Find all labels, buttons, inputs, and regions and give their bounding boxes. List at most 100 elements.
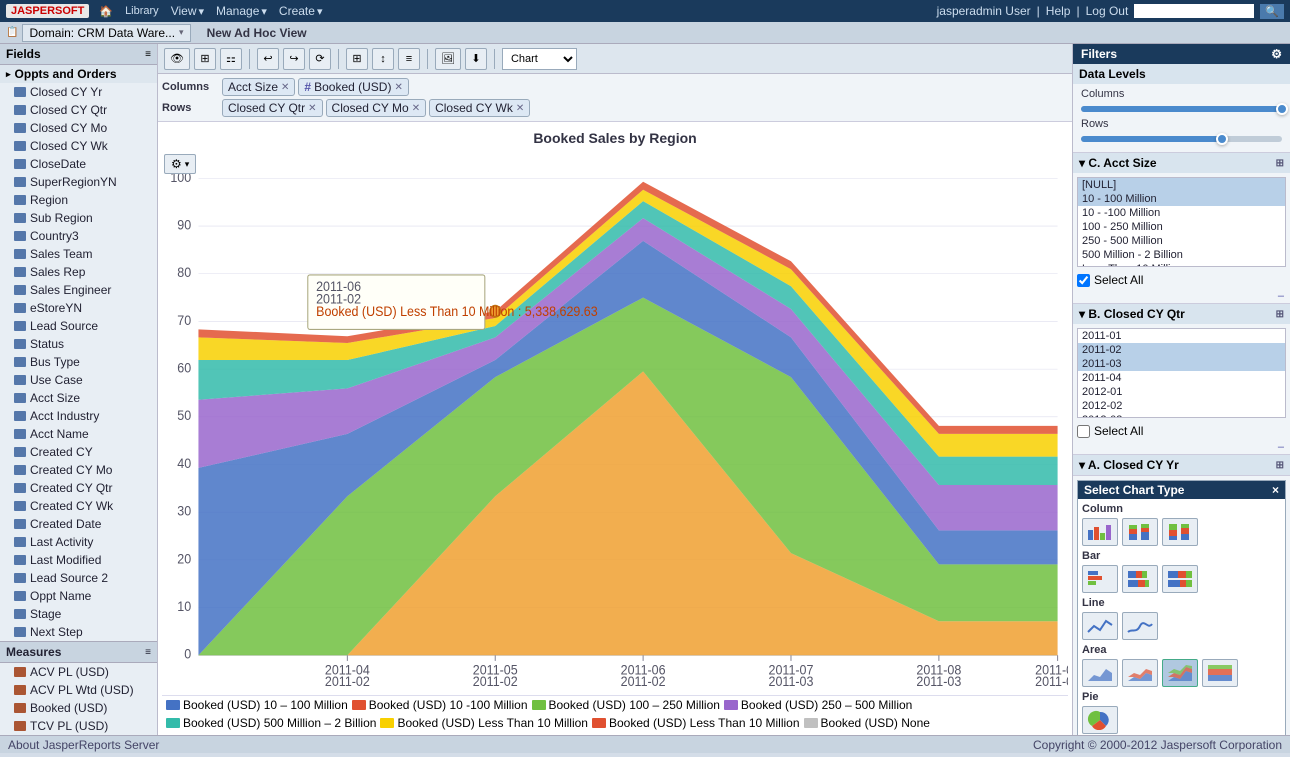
columns-slider-thumb[interactable] <box>1276 103 1288 115</box>
nav-view[interactable]: View ▾ <box>171 4 204 18</box>
field-item[interactable]: Use Case <box>0 371 157 389</box>
domain-label[interactable]: Domain: CRM Data Ware... ▾ <box>22 24 190 42</box>
area-percent-btn[interactable] <box>1202 659 1238 687</box>
field-item[interactable]: Lead Source <box>0 317 157 335</box>
show-view-btn[interactable]: 👁 <box>164 48 190 70</box>
field-item[interactable]: Acct Name <box>0 425 157 443</box>
search-input[interactable] <box>1134 4 1254 18</box>
download-btn[interactable]: ⬇ <box>465 48 487 70</box>
add-group-btn[interactable]: ⊞ <box>346 48 368 70</box>
data-levels-header[interactable]: Data Levels <box>1073 64 1290 84</box>
logo[interactable]: JASPERSOFT <box>6 4 89 18</box>
bar-stacked-btn[interactable] <box>1122 565 1158 593</box>
column-stacked-btn[interactable] <box>1122 518 1158 546</box>
field-item[interactable]: Created CY Wk <box>0 497 157 515</box>
about-link[interactable]: About JasperReports Server <box>8 738 159 752</box>
undo-btn[interactable]: ↩ <box>257 48 279 70</box>
column-grouped-btn[interactable] <box>1082 518 1118 546</box>
acct-size-item-10-100[interactable]: 10 - 100 Million <box>1078 192 1285 206</box>
filters-options-icon[interactable]: ⚙ <box>1271 47 1282 61</box>
closed-cy-qtr-item-2011-04[interactable]: 2011-04 <box>1078 371 1285 385</box>
rows-slider-track[interactable] <box>1081 136 1282 142</box>
acct-size-item-100-250[interactable]: 100 - 250 Million <box>1078 220 1285 234</box>
closed-cy-qtr-select-all-checkbox[interactable] <box>1077 425 1090 438</box>
closed-cy-qtr-item-2012-02[interactable]: 2012-02 <box>1078 399 1285 413</box>
pill-acct-size[interactable]: Acct Size ✕ <box>222 78 295 96</box>
acct-size-item-250-500[interactable]: 250 - 500 Million <box>1078 234 1285 248</box>
closed-cy-yr-filter-header[interactable]: ▾ A. Closed CY Yr ⊞ <box>1073 455 1290 475</box>
help-link[interactable]: Help <box>1046 4 1071 18</box>
measure-item[interactable]: ACV PL Wtd (USD) <box>0 681 157 699</box>
pill-closed-cy-qtr[interactable]: Closed CY Qtr ✕ <box>222 99 323 117</box>
pill-closed-cy-wk-close[interactable]: ✕ <box>516 103 524 114</box>
table-view-btn[interactable]: ⊞ <box>194 48 216 70</box>
field-item[interactable]: Oppt Name <box>0 587 157 605</box>
field-item[interactable]: Acct Industry <box>0 407 157 425</box>
nav-manage[interactable]: Manage ▾ <box>216 4 267 18</box>
closed-cy-qtr-item-2011-01[interactable]: 2011-01 <box>1078 329 1285 343</box>
field-item[interactable]: eStoreYN <box>0 299 157 317</box>
search-button[interactable]: 🔍 <box>1260 4 1284 19</box>
redo-btn[interactable]: ↪ <box>283 48 305 70</box>
field-item[interactable]: Created Date <box>0 515 157 533</box>
acct-size-item-null[interactable]: [NULL] <box>1078 178 1285 192</box>
chart-tools-button[interactable]: ⚙▾ <box>164 154 196 174</box>
rows-slider-thumb[interactable] <box>1216 133 1228 145</box>
field-item[interactable]: Sales Team <box>0 245 157 263</box>
field-item[interactable]: Created CY Mo <box>0 461 157 479</box>
closed-cy-qtr-item-2011-03[interactable]: 2011-03 <box>1078 357 1285 371</box>
measure-item[interactable]: ACV PL (USD) <box>0 663 157 681</box>
field-item[interactable]: Last Modified <box>0 551 157 569</box>
select-chart-type-close-btn[interactable]: × <box>1272 483 1279 497</box>
acct-size-filter-header[interactable]: ▾ C. Acct Size ⊞ <box>1073 153 1290 173</box>
line-line-btn[interactable] <box>1082 612 1118 640</box>
view-type-select[interactable]: Chart Table Crosstab <box>502 48 577 70</box>
options-btn[interactable]: ≡ <box>398 48 420 70</box>
closed-cy-qtr-item-2011-02[interactable]: 2011-02 <box>1078 343 1285 357</box>
field-item[interactable]: Closed CY Yr <box>0 83 157 101</box>
measure-item[interactable]: Booked (USD) <box>0 699 157 717</box>
closed-cy-qtr-item-2012-03[interactable]: 2012-03 <box>1078 413 1285 418</box>
field-item[interactable]: Region <box>0 191 157 209</box>
pill-closed-cy-mo[interactable]: Closed CY Mo ✕ <box>326 99 427 117</box>
field-item[interactable]: Next Step <box>0 623 157 641</box>
field-item[interactable]: Country3 <box>0 227 157 245</box>
pill-closed-cy-mo-close[interactable]: ✕ <box>412 103 420 114</box>
nav-library[interactable]: Library <box>125 4 159 18</box>
closed-cy-qtr-filter-header[interactable]: ▾ B. Closed CY Qtr ⊞ <box>1073 304 1290 324</box>
columns-slider-track[interactable] <box>1081 106 1282 112</box>
field-item[interactable]: Last Activity <box>0 533 157 551</box>
nav-create[interactable]: Create ▾ <box>279 4 323 18</box>
field-item[interactable]: Acct Size <box>0 389 157 407</box>
acct-size-item-less10[interactable]: Less Than 10 Million <box>1078 262 1285 267</box>
acct-size-expand-link[interactable]: – <box>1073 289 1290 303</box>
closed-cy-qtr-item-2012-01[interactable]: 2012-01 <box>1078 385 1285 399</box>
area-basic-btn[interactable] <box>1082 659 1118 687</box>
field-item[interactable]: Bus Type <box>0 353 157 371</box>
fields-menu-icon[interactable]: ≡ <box>145 49 151 60</box>
field-item[interactable]: SuperRegionYN <box>0 173 157 191</box>
pill-booked-usd[interactable]: # Booked (USD) ✕ <box>298 78 408 96</box>
field-item[interactable]: CloseDate <box>0 155 157 173</box>
oppts-section-header[interactable]: ▸ Oppts and Orders <box>0 65 157 83</box>
export-btn[interactable]: 🖼 <box>435 48 461 70</box>
measure-item[interactable]: TCV PL (USD) <box>0 717 157 735</box>
area-stacked-btn[interactable] <box>1122 659 1158 687</box>
line-smooth-btn[interactable] <box>1122 612 1158 640</box>
closed-cy-qtr-expand-link[interactable]: – <box>1073 440 1290 454</box>
bar-percent-btn[interactable] <box>1162 565 1198 593</box>
column-percent-btn[interactable] <box>1162 518 1198 546</box>
field-item[interactable]: Closed CY Mo <box>0 119 157 137</box>
refresh-btn[interactable]: ⟳ <box>309 48 331 70</box>
acct-size-select-all-checkbox[interactable] <box>1077 274 1090 287</box>
field-item[interactable]: Lead Source 2 <box>0 569 157 587</box>
field-item[interactable]: Created CY <box>0 443 157 461</box>
pill-closed-cy-wk[interactable]: Closed CY Wk ✕ <box>429 99 530 117</box>
logout-link[interactable]: Log Out <box>1086 4 1129 18</box>
pill-booked-usd-close[interactable]: ✕ <box>394 82 402 93</box>
pill-acct-size-close[interactable]: ✕ <box>281 82 289 93</box>
acct-size-item-10--100[interactable]: 10 - -100 Million <box>1078 206 1285 220</box>
sort-btn[interactable]: ↕ <box>372 48 394 70</box>
pill-closed-cy-qtr-close[interactable]: ✕ <box>308 103 316 114</box>
acct-size-item-500m-2b[interactable]: 500 Million - 2 Billion <box>1078 248 1285 262</box>
